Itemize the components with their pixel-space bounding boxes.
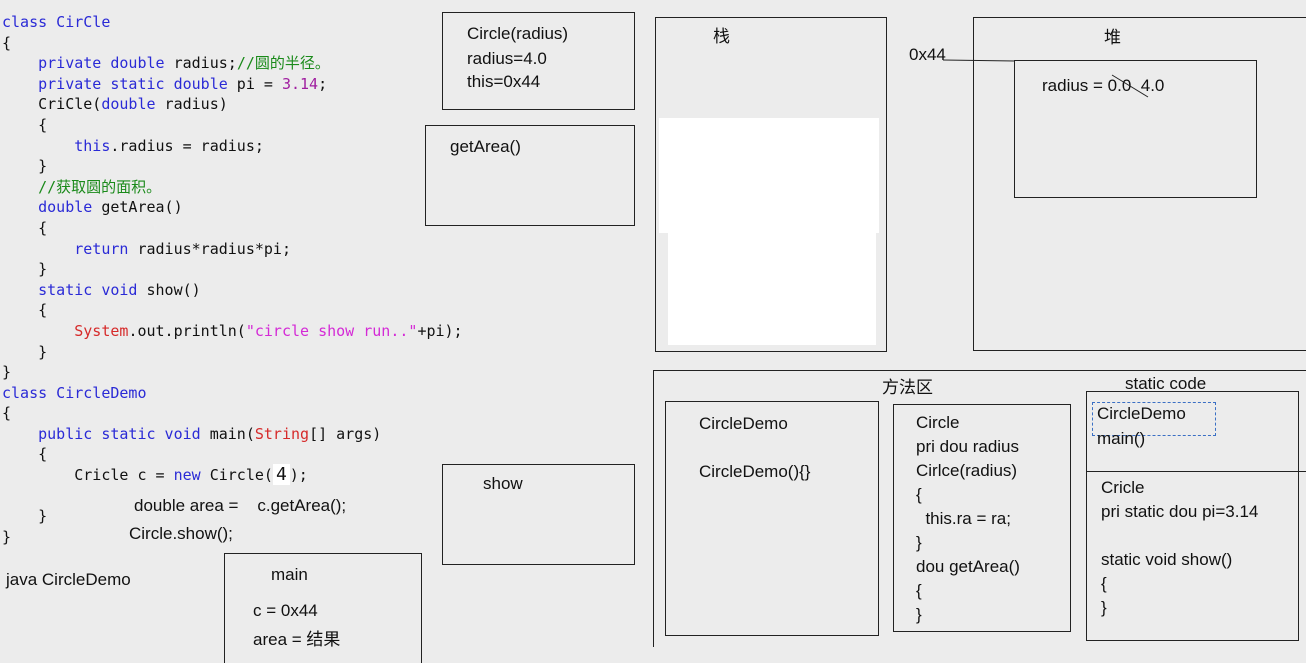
text-line: } [916,533,922,552]
text-line: CircleDemo [1097,404,1186,423]
text-line: Cricle [1101,478,1145,497]
text-line: { [1101,574,1107,593]
text-line: } [916,605,922,624]
text-line: this.ra = ra; [916,509,1011,528]
text-line: pri dou radius [916,437,1020,456]
circledemo-constructor: CircleDemo(){} [699,462,811,481]
address-connector [942,59,1016,62]
static-code-box: CircleDemo main() Cricle pri static dou pi… [1086,391,1306,641]
circledemo-class-box: CircleDemo CircleDemo(){} [665,401,879,636]
method-area-title: 方法区 [882,378,933,397]
text-line: } [1101,598,1107,617]
text-line: Cirlce(radius) [916,461,1018,480]
text-line: static void show() [1101,550,1233,569]
strike-mark [1111,74,1149,98]
circle-class-box: Circle pri dou radius Cirlce(radius) { this… [893,404,1071,632]
static-divider [1087,471,1306,472]
text-line: main() [1097,429,1146,448]
text-line: { [916,581,922,600]
text-line: dou getArea() [916,557,1020,576]
text-line: Circle [916,413,960,432]
text-line: pri static dou pi=3.14 [1101,502,1259,521]
circledemo-name: CircleDemo [699,414,788,433]
method-area-region: 方法区 static code CircleDemo CircleDemo(){… [653,370,1306,647]
text-line: { [916,485,922,504]
